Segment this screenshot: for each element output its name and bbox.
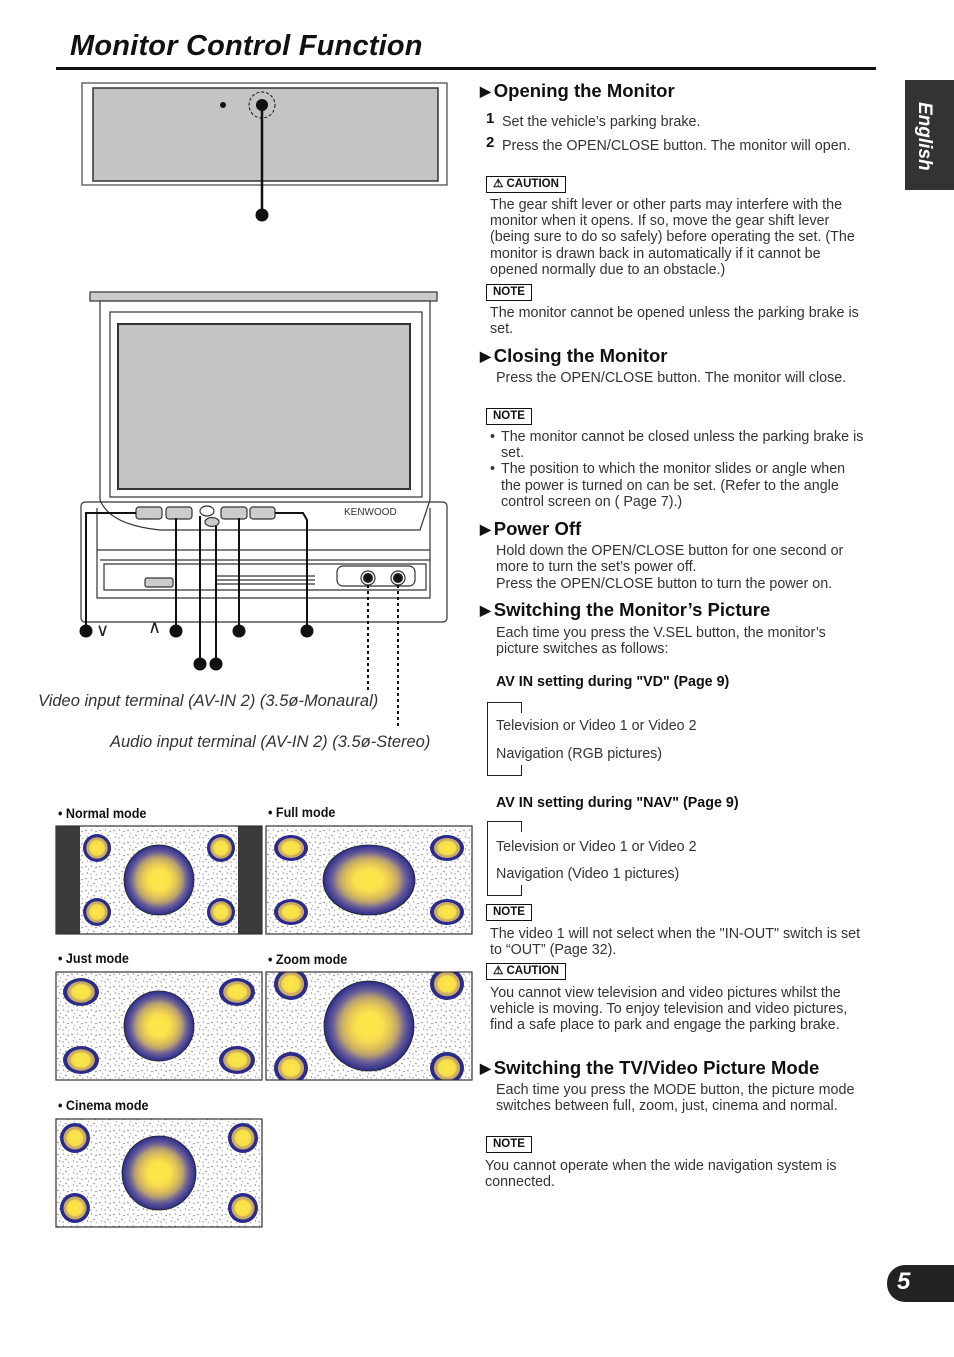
cycle-item: Navigation (RGB pictures) <box>496 746 663 762</box>
black-bar <box>238 826 262 934</box>
monitor-closed-figure <box>81 82 448 222</box>
heading-closing: Closing the Monitor <box>480 345 668 367</box>
up-arrow-icon: ∧ <box>148 617 162 637</box>
small-circle <box>430 835 464 861</box>
note-text: You cannot operate when the wide navigat… <box>485 1158 837 1191</box>
power-on-text: Press the OPEN/CLOSE button to turn the … <box>496 576 833 592</box>
caution-badge: ⚠ CAUTION <box>486 963 566 980</box>
small-circle <box>274 899 308 925</box>
large-circle <box>323 980 415 1072</box>
cycle-bracket <box>487 702 522 776</box>
small-circle <box>274 835 308 861</box>
small-circle <box>60 1193 90 1223</box>
note-text: The monitor cannot be opened unless the … <box>490 305 859 338</box>
mode-picture-normal <box>55 825 263 935</box>
note-item: The position to which the monitor slides… <box>490 461 865 510</box>
cycle-item: Television or Video 1 or Video 2 <box>496 718 697 734</box>
heading-power-off: Power Off <box>480 518 581 540</box>
step-number: 2 <box>486 134 495 151</box>
step-text: Press the OPEN/CLOSE button. The monitor… <box>502 138 851 154</box>
video-terminal-caption: Video input terminal (AV-IN 2) (3.5ø-Mon… <box>38 692 379 710</box>
mode-picture-cinema <box>55 1118 263 1228</box>
small-circle <box>219 1046 255 1074</box>
brand-logo: KENWOOD <box>344 507 397 518</box>
illustrations: KENWOOD <box>55 82 473 1228</box>
step-text: Set the vehicle’s parking brake. <box>502 114 701 130</box>
note-text: The video 1 will not select when the "IN… <box>490 926 861 959</box>
nav-subheading: AV IN setting during "NAV" (Page 9) <box>496 795 739 811</box>
heading-opening: Opening the Monitor <box>480 80 675 102</box>
audio-terminal-caption: Audio input terminal (AV-IN 2) (3.5ø-Ste… <box>110 733 431 751</box>
callout-dots <box>79 624 314 671</box>
power-off-text: Hold down the OPEN/CLOSE button for one … <box>496 543 844 576</box>
small-circle <box>219 978 255 1006</box>
small-circle <box>63 1046 99 1074</box>
picture-mode-text: Each time you press the MODE button, the… <box>496 1082 855 1115</box>
mode-label-just: • Just mode <box>58 950 129 966</box>
mode-picture-zoom <box>265 971 473 1081</box>
monitor-open-figure: KENWOOD <box>80 291 448 623</box>
caution-badge: ⚠ CAUTION <box>486 176 566 193</box>
language-label: English <box>914 102 935 171</box>
large-circle <box>322 844 416 916</box>
large-circle <box>123 990 195 1062</box>
black-bar <box>56 826 80 934</box>
page-number: 5 <box>897 1268 911 1295</box>
mode-label-full: • Full mode <box>268 804 336 820</box>
note-badge: NOTE <box>486 904 532 921</box>
note-item: The monitor cannot be closed unless the … <box>490 429 865 461</box>
mode-label-zoom: • Zoom mode <box>268 951 348 967</box>
caution-text: The gear shift lever or other parts may … <box>490 197 855 278</box>
note-badge: NOTE <box>486 408 532 425</box>
small-circle <box>207 898 235 926</box>
small-circle <box>274 1052 308 1080</box>
small-circle <box>83 898 111 926</box>
small-circle <box>207 834 235 862</box>
cycle-item: Navigation (Video 1 pictures) <box>496 866 680 882</box>
cycle-item: Television or Video 1 or Video 2 <box>496 839 697 855</box>
small-circle <box>228 1123 258 1153</box>
mode-picture-just <box>55 971 263 1081</box>
mode-picture-full <box>265 825 473 935</box>
page-number-badge: 5 <box>887 1265 954 1302</box>
large-circle <box>123 844 195 916</box>
small-circle <box>430 972 464 1000</box>
closing-notes: The monitor cannot be closed unless the … <box>490 429 865 510</box>
note-badge: NOTE <box>486 1136 532 1153</box>
small-circle <box>63 978 99 1006</box>
caution-text: You cannot view television and video pic… <box>490 985 848 1034</box>
large-circle <box>121 1135 197 1211</box>
closing-text: Press the OPEN/CLOSE button. The monitor… <box>496 370 847 386</box>
small-circle <box>60 1123 90 1153</box>
small-circle <box>430 899 464 925</box>
small-circle <box>83 834 111 862</box>
small-circle <box>274 972 308 1000</box>
switching-text: Each time you press the V.SEL button, th… <box>496 625 826 658</box>
mode-label-normal: • Normal mode <box>58 805 147 821</box>
note-badge: NOTE <box>486 284 532 301</box>
heading-switching-picture: Switching the Monitor’s Picture <box>480 599 771 621</box>
mode-label-cinema: • Cinema mode <box>58 1097 149 1113</box>
step-number: 1 <box>486 110 495 127</box>
language-tab: English <box>905 80 954 190</box>
cycle-bracket <box>487 821 522 896</box>
heading-picture-mode: Switching the TV/Video Picture Mode <box>480 1057 820 1079</box>
mode-pictures <box>55 825 473 1228</box>
small-circle <box>430 1052 464 1080</box>
small-circle <box>228 1193 258 1223</box>
down-arrow-icon: ∨ <box>96 620 110 640</box>
vd-subheading: AV IN setting during "VD" (Page 9) <box>496 674 730 690</box>
